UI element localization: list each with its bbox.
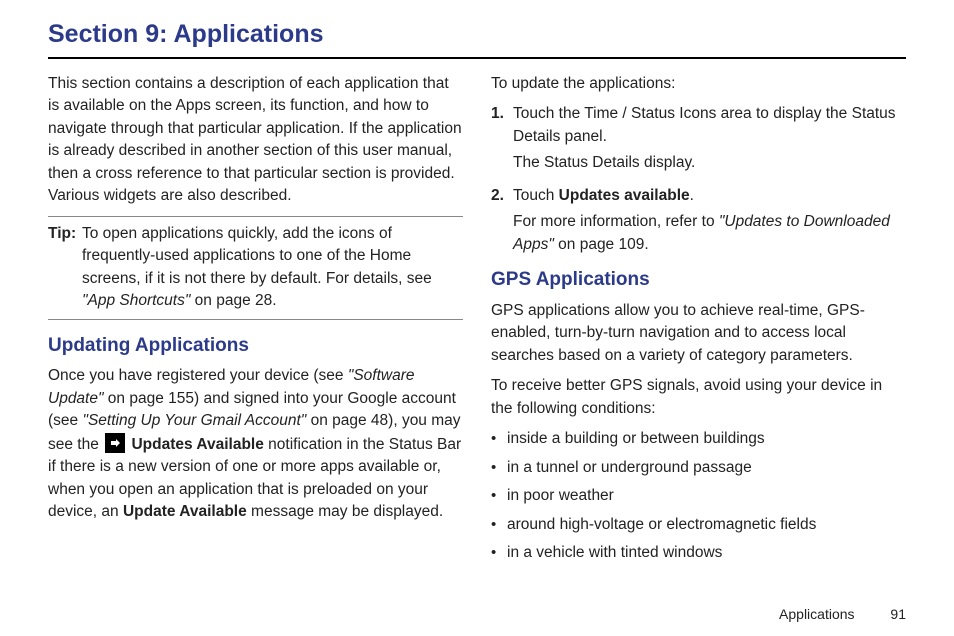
- tip-text-pre: To open applications quickly, add the ic…: [82, 225, 432, 287]
- upd-pre1: Once you have registered your device (se…: [48, 367, 348, 384]
- gps-bullet-item: in a vehicle with tinted windows: [491, 542, 906, 564]
- title-divider: [48, 57, 906, 59]
- upd-ref2: "Setting Up Your Gmail Account": [82, 412, 306, 429]
- gps-bullet-list: inside a building or between buildings i…: [491, 428, 906, 564]
- tip-label: Tip:: [48, 223, 82, 313]
- step-2-post: .: [690, 187, 694, 204]
- footer-section-name: Applications: [779, 606, 855, 622]
- step-2b-post: on page 109.: [554, 236, 649, 253]
- gps-bullet-item: around high-voltage or electromagnetic f…: [491, 514, 906, 536]
- upd-bold2: Update Available: [123, 503, 247, 520]
- content-columns: This section contains a description of e…: [48, 73, 906, 571]
- update-steps: 1. Touch the Time / Status Icons area to…: [491, 103, 906, 256]
- gps-paragraph-2: To receive better GPS signals, avoid usi…: [491, 375, 906, 420]
- column-right: To update the applications: 1. Touch the…: [491, 73, 906, 571]
- tip-text-post: on page 28.: [190, 292, 276, 309]
- updating-paragraph: Once you have registered your device (se…: [48, 365, 463, 523]
- tip-block: Tip: To open applications quickly, add t…: [48, 216, 463, 320]
- step-2b-pre: For more information, refer to: [513, 213, 719, 230]
- update-lead: To update the applications:: [491, 73, 906, 95]
- page-footer: Applications 91: [779, 606, 906, 622]
- step-2-number: 2.: [491, 185, 504, 207]
- section-title: Section 9: Applications: [48, 20, 906, 49]
- column-left: This section contains a description of e…: [48, 73, 463, 571]
- step-1: 1. Touch the Time / Status Icons area to…: [513, 103, 906, 174]
- gps-bullet-item: in a tunnel or underground passage: [491, 457, 906, 479]
- step-1-sub: The Status Details display.: [513, 152, 906, 174]
- step-2-pre: Touch: [513, 187, 559, 204]
- upd-bold1: Updates Available: [131, 436, 263, 453]
- update-icon: [105, 433, 125, 453]
- heading-updating-applications: Updating Applications: [48, 332, 463, 360]
- footer-page-number: 91: [890, 606, 906, 622]
- gps-bullet-item: inside a building or between buildings: [491, 428, 906, 450]
- gps-bullet-item: in poor weather: [491, 485, 906, 507]
- step-2: 2. Touch Updates available. For more inf…: [513, 185, 906, 256]
- step-2-bold: Updates available: [559, 187, 690, 204]
- tip-body: To open applications quickly, add the ic…: [82, 223, 463, 313]
- step-1-text: Touch the Time / Status Icons area to di…: [513, 105, 896, 144]
- upd-post: message may be displayed.: [247, 503, 443, 520]
- gps-paragraph-1: GPS applications allow you to achieve re…: [491, 300, 906, 367]
- step-1-number: 1.: [491, 103, 504, 125]
- intro-paragraph: This section contains a description of e…: [48, 73, 463, 208]
- tip-ref: "App Shortcuts": [82, 292, 190, 309]
- step-2-sub: For more information, refer to "Updates …: [513, 211, 906, 256]
- heading-gps-applications: GPS Applications: [491, 266, 906, 294]
